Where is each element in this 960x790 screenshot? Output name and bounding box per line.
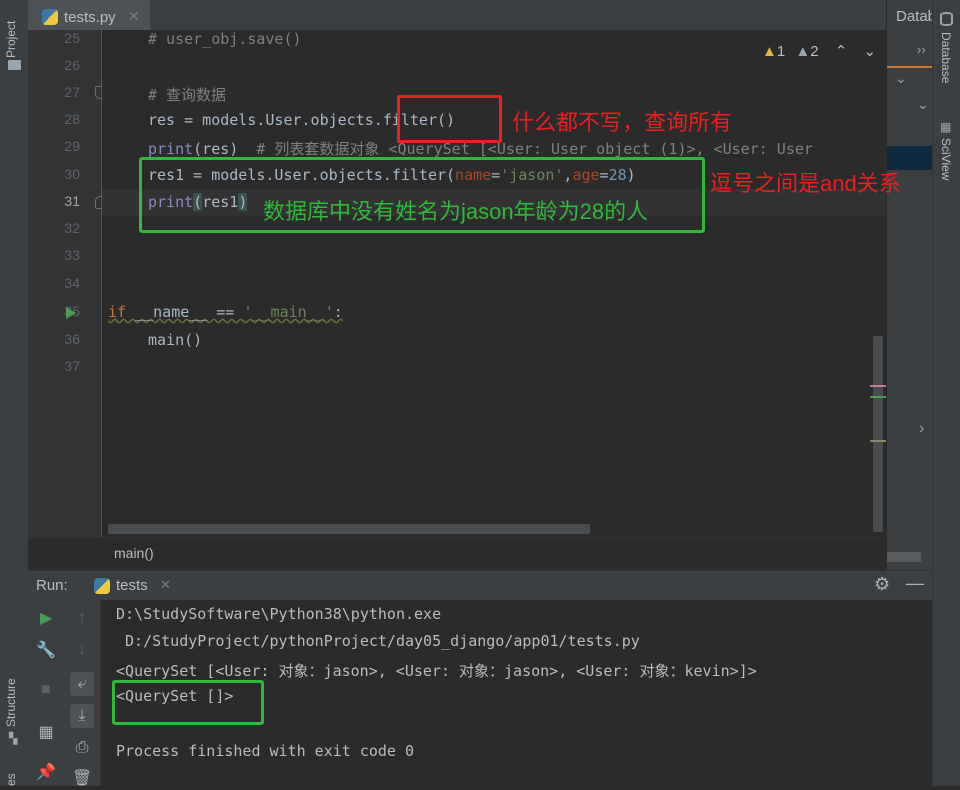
expand-icon[interactable]: ›› [917, 42, 926, 57]
chevron-right-icon[interactable]: › [919, 420, 924, 438]
code-string: '__main__' [243, 303, 334, 321]
console-line: Process finished with exit code 0 [116, 742, 415, 760]
stop-icon[interactable]: ■ [34, 678, 58, 702]
code-line-36: main() [148, 331, 203, 349]
chevron-down-icon[interactable]: ⌄ [895, 70, 907, 87]
soft-wrap-icon[interactable]: ⤶ [70, 672, 94, 696]
error-stripe-mark[interactable] [870, 385, 886, 387]
breadcrumb: main() [28, 537, 886, 571]
database-panel-title: Datab [896, 8, 937, 25]
horizontal-scrollbar-thumb[interactable] [887, 552, 921, 562]
run-panel-header: Run: tests ✕ ⚙ — [28, 570, 932, 601]
breadcrumb-item[interactable]: main() [114, 545, 154, 561]
code-line-35: if __name__ == '__main__': [108, 303, 343, 321]
annotation-and-note: 逗号之间是and关系 [710, 171, 901, 196]
line-number: 26 [64, 57, 80, 73]
line-number-gutter: 25 26 27 28 29 30 31 32 33 34 35 36 37 [28, 30, 106, 537]
warning-icon: ▲ [762, 43, 777, 60]
folder-icon[interactable] [8, 60, 21, 70]
database-tool-tab[interactable]: Database [939, 32, 953, 96]
line-number: 28 [64, 111, 80, 127]
favorites-tool-tab[interactable]: es [4, 770, 18, 786]
warning-stripe-mark[interactable] [870, 440, 886, 442]
chevron-up-icon: ⌃ [834, 43, 848, 60]
line-number: 33 [64, 247, 80, 263]
line-number: 32 [64, 220, 80, 236]
minimize-icon[interactable]: — [906, 573, 924, 594]
panel-divider [887, 66, 933, 68]
line-number: 25 [64, 30, 80, 46]
line-number-current: 31 [64, 193, 80, 209]
code-text: __name__ == [126, 303, 244, 321]
code-text: res = models.User.objects. [148, 111, 383, 129]
chevron-down-icon: ⌄ [863, 43, 877, 60]
line-number: 36 [64, 331, 80, 347]
line-number: 37 [64, 358, 80, 374]
structure-icon[interactable]: ▚ [9, 732, 21, 745]
project-tool-tab[interactable]: Project [4, 8, 18, 58]
console-line: D:\StudySoftware\Python38\python.exe [116, 605, 442, 623]
annotation-box-empty-result [112, 680, 264, 725]
right-tool-strip: Database ▦ SciView [932, 0, 960, 786]
inspection-widget[interactable]: ▲1 ▲2 ⌃ ⌄ [762, 42, 876, 60]
change-stripe-mark[interactable] [870, 396, 886, 398]
gear-icon[interactable]: ⚙ [874, 574, 890, 595]
code-text: (res) [193, 140, 257, 158]
weak-warning-count: 2 [810, 43, 819, 60]
database-panel: Datab ›› ⌄ ⌄ › [886, 0, 937, 570]
code-builtin: print [148, 140, 194, 158]
print-icon[interactable]: ⎙ [70, 736, 94, 760]
structure-tool-tab[interactable]: Structure [4, 665, 18, 727]
scroll-to-end-icon[interactable]: ⤓ [70, 704, 94, 728]
trash-icon[interactable]: 🗑 [70, 766, 94, 790]
horizontal-scrollbar-thumb[interactable] [108, 524, 590, 534]
line-number: 27 [64, 84, 80, 100]
console-line: D:/StudyProject/pythonProject/day05_djan… [116, 632, 640, 650]
python-file-icon [94, 578, 110, 594]
wrench-icon[interactable]: 🔧 [34, 638, 58, 662]
warning-count: 1 [776, 43, 786, 60]
code-text: : [333, 303, 343, 321]
code-line-25: # user_obj.save() [148, 30, 302, 48]
close-icon[interactable]: ✕ [128, 8, 140, 25]
rerun-icon[interactable]: ▶ [34, 606, 58, 630]
close-icon[interactable]: ✕ [160, 577, 171, 593]
python-file-icon [42, 9, 58, 25]
run-label: Run: [36, 577, 68, 594]
arrow-down-icon[interactable]: ↓ [70, 638, 94, 662]
left-tool-strip: Project Structure ▚ es [0, 0, 29, 786]
annotation-filter-note: 什么都不写，查询所有 [512, 110, 733, 135]
line-number: 29 [64, 138, 80, 154]
run-gutter-icon[interactable] [66, 307, 76, 319]
console-line: <QuerySet [<User: 对象：jason>, <User: 对象：j… [116, 662, 757, 680]
pin-icon[interactable]: 📌 [34, 760, 58, 784]
vertical-scrollbar-thumb[interactable] [873, 336, 883, 532]
run-tab-tests[interactable]: tests ✕ [90, 571, 180, 601]
database-icon[interactable] [940, 12, 953, 26]
tab-filename: tests.py [64, 9, 116, 26]
line-number: 30 [64, 166, 80, 182]
code-comment: # 列表套数据对象 <QuerySet [<User: User object … [256, 140, 813, 158]
weak-warning-icon: ▲ [795, 43, 811, 60]
sciview-icon[interactable]: ▦ [940, 120, 951, 134]
code-keyword: if [108, 303, 127, 321]
run-toolbar: ▶ ↑ 🔧 ↓ ■ ⤶ ▦ ⤓ ⎙ 📌 🗑 [28, 600, 101, 787]
layout-icon[interactable]: ▦ [34, 720, 58, 744]
run-tab-name: tests [116, 577, 148, 594]
line-number: 34 [64, 275, 80, 291]
sciview-tool-tab[interactable]: SciView [939, 138, 953, 190]
arrow-up-icon[interactable]: ↑ [70, 606, 94, 630]
code-line-27: # 查询数据 [148, 86, 227, 104]
chevron-down-icon-2[interactable]: ⌄ [917, 96, 929, 113]
annotation-none-note: 数据库中没有姓名为jason年龄为28的人 [263, 199, 649, 224]
annotation-box-filter [397, 95, 502, 143]
